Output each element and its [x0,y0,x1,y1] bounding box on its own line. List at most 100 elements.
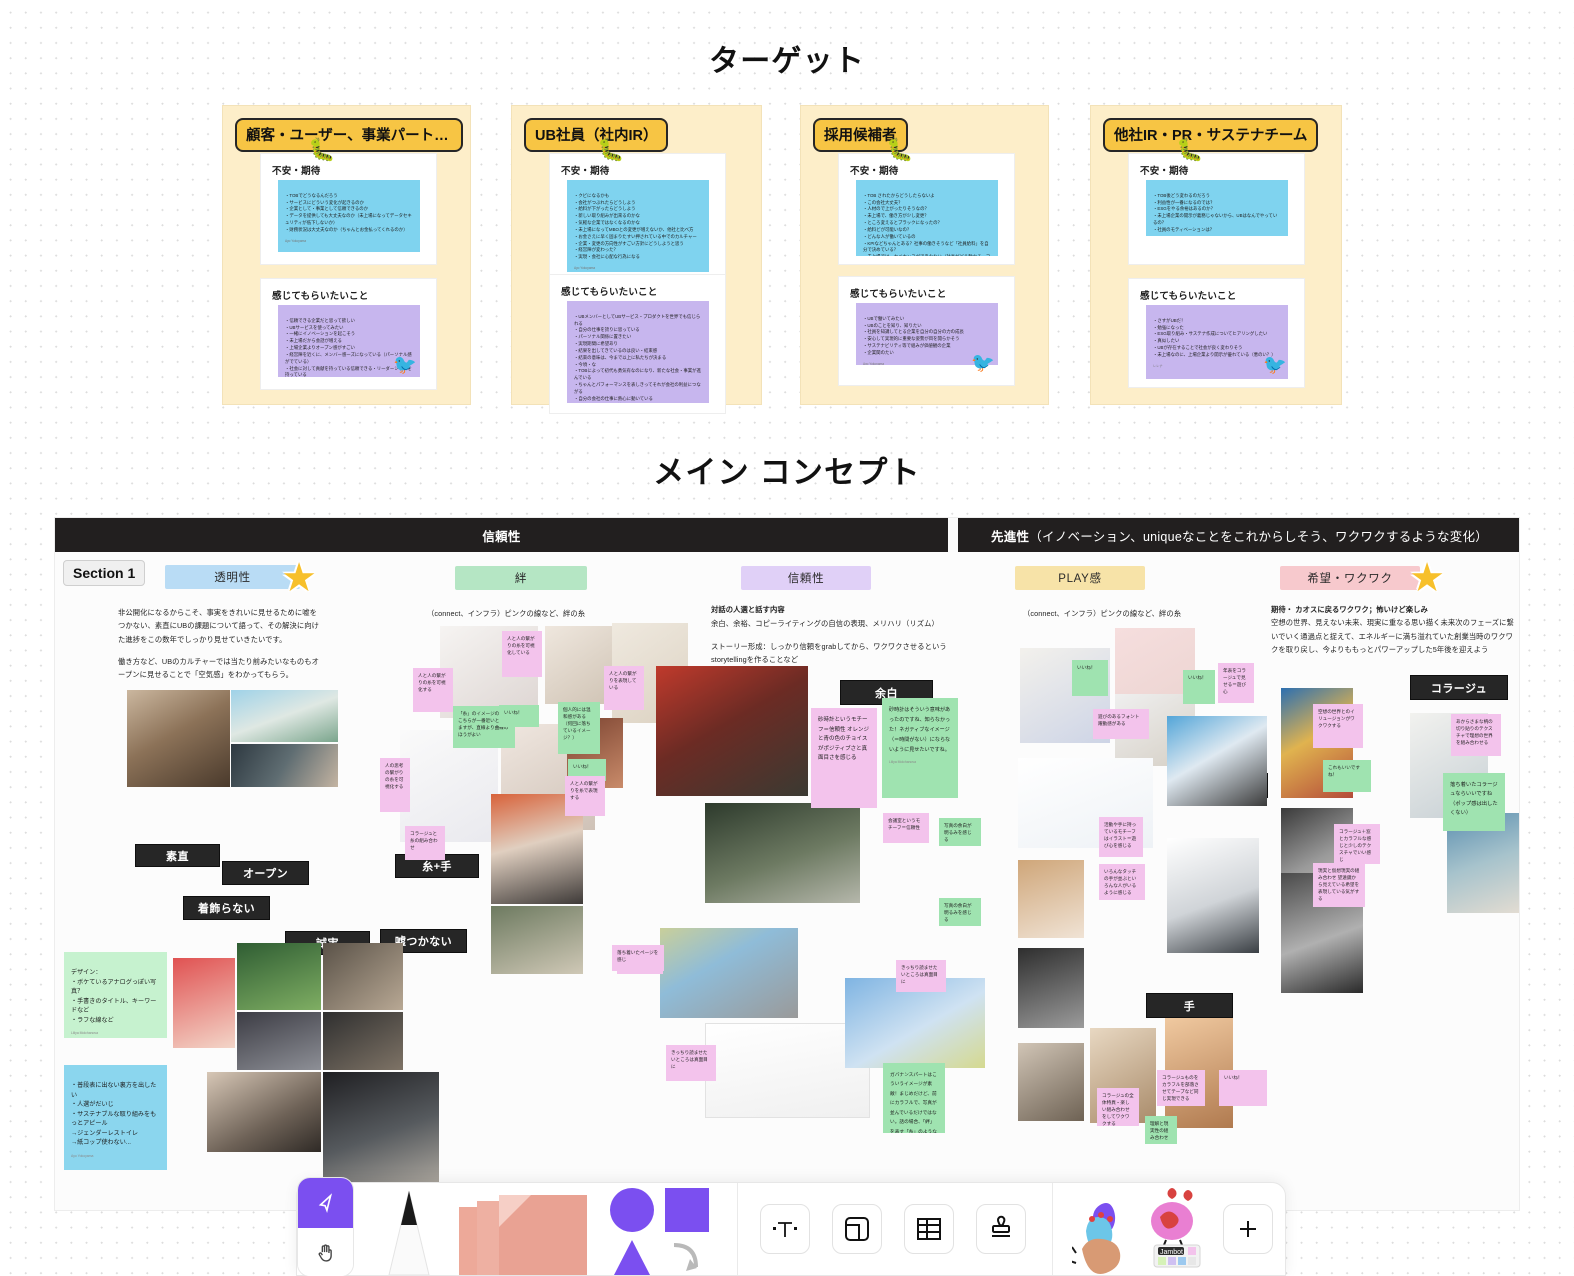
table-tool[interactable] [904,1204,954,1254]
label-collage[interactable]: コラージュ [1410,675,1508,700]
label-te[interactable]: 手 [1146,993,1233,1018]
sticky-note-icon [459,1195,587,1275]
photo-hands-bw[interactable] [1018,948,1084,1028]
photo-hands-2[interactable] [1018,1043,1084,1121]
sticky-note[interactable]: いいね！ [1219,1070,1267,1106]
board-toolbar[interactable]: Jambot [296,1177,1286,1276]
photo-meeting[interactable] [231,744,338,787]
sticky-note[interactable]: 人と人の繋がりを糸で表現する [565,776,605,816]
photo-collage-bottom[interactable] [491,906,583,974]
sticky-note[interactable]: きっちり読ませたいところは真面目に [896,960,946,992]
body-transparency: 非公開化になるからこそ、事実をきれいに見せるために嘘をつかない、素直にUBの課題… [118,608,320,680]
column-chip-kizuna[interactable]: 絆 [455,566,587,590]
sticky-note[interactable]: 遊びのあるフォント 躍動感がある [1093,709,1149,739]
sticky-note-governance[interactable]: ガバナンスパートはこういうイメージが素敵！まじめだけど、前にカラフルで、写真が並… [883,1063,945,1133]
sticky-note[interactable]: 写真の余白が明るみを感じる [939,818,981,846]
anxiety-sticky[interactable]: ・TOB後どう変わるのだろう ・利益性が一番になるのでは？ ・ESGをやる余裕は… [1146,180,1288,236]
sticky-note[interactable]: 落ち着いたページを感じ [612,945,664,971]
sticky-note[interactable]: 個人的には温和感がある（何回に落ちているイメージ？） [558,702,600,754]
section-1-chip[interactable]: Section 1 [63,560,146,586]
body-play: （connect、インフラ）ピンクの線など、絆の糸 [1023,609,1182,618]
anxiety-sticky[interactable]: ・TOBでどうなるんだろう ・サービスにどういう変化が起きるのか ・企業として・… [278,180,420,252]
design-sticky[interactable]: デザイン： ・ボケているアナログっぽい写真？ ・手書きのタイトル、キーワードなど… [64,952,167,1038]
worm-mascot-icon: 🐛 [1176,137,1204,162]
label-open[interactable]: オープン [222,861,309,885]
sticky-note[interactable]: 理解と現実性の組み合わせ [1145,1116,1177,1144]
target-card-recruits[interactable]: 採用候補者 不安・期待 ・TOB されたからどうしたらないよ ・この会社大丈夫？… [800,105,1049,405]
sticky-note[interactable]: あからさまな柄の切り貼りのテクスチャで理想の世界を組み合わせる [1451,714,1501,756]
sticky-note[interactable]: 現実と仮想現実の組み合わせ 望遠鏡から見えている希望を表現している気がする [1313,863,1365,907]
sticky-note[interactable]: 会議室というモチーフ＝信頼性 [883,813,929,843]
jambot-icon: Jambot [1072,1188,1201,1274]
photo-group[interactable] [323,943,403,1010]
select-cursor-tool[interactable] [298,1178,353,1228]
target-card-other-ir[interactable]: 他社IR・PR・サステナチーム 不安・期待 ・TOB後どう変わるのだろう ・利益… [1090,105,1342,405]
anxiety-heading: 不安・期待 [272,166,321,177]
backstage-sticky[interactable]: ・普段表に出ない裏方を出したい ・人選がだいじ ・サステナブルな取り組みをもっと… [64,1065,167,1170]
label-sunao[interactable]: 素直 [135,844,220,867]
sticky-note-tool[interactable] [453,1182,593,1276]
photo-street[interactable] [323,1072,439,1182]
anxiety-sticky[interactable]: ・TOB されたからどうしたらないよ ・この会社大丈夫？ ・人材ので上がったりそ… [856,180,998,256]
photo-lounge[interactable] [705,803,860,903]
jambot-tool[interactable]: Jambot [1071,1182,1211,1276]
feeling-sticky[interactable]: ・UBメンバーとしてUBサービス・プロダクトを世界でも信じられる ・自分の仕事を… [567,301,709,403]
photo-red-stairs[interactable] [656,666,808,796]
shapes-tool[interactable] [599,1182,729,1276]
sticky-note[interactable]: 人の思考の繋がりの糸を可視化する [380,758,410,812]
sticky-note[interactable]: 空想の世界とのイリュージョンがワクワクする [1313,704,1363,748]
sticky-note[interactable]: コラージュ＋窓とカラフルな感じと少しのテクスチャでいい感じ [1334,824,1380,864]
photo-kaleidoscope[interactable] [1167,838,1259,953]
text-tool[interactable] [760,1204,810,1254]
sticky-note[interactable]: いろんなタッチの手が並ぶといろんな人がいるように感じる [1099,864,1145,900]
photo-red-portrait[interactable] [173,958,235,1048]
stamp-tool[interactable] [976,1204,1026,1254]
sticky-note[interactable]: いいね！ [1072,660,1108,696]
bird-mascot-icon: 🐦 [393,355,417,376]
sticky-note[interactable]: いいね！ [499,705,539,727]
whiteboard-canvas[interactable]: ターゲット 顧客・ユーザー、事業パートナー... 不安・期待 ・TOBでどうなる… [0,0,1574,1276]
sticky-note[interactable]: 人と人の繋がりの糸を可視化する [413,668,453,712]
sticky-note[interactable]: きっちり読ませたいところは真面目に [666,1045,716,1081]
sticky-note-hourglass-reply[interactable]: 砂時計はそういう意味があったのですね、知らなかった！ネガティブなイメージ（＝時間… [882,698,958,798]
sticky-note[interactable]: これもいいですね！ [1323,760,1371,792]
sticky-note[interactable]: 写真の余白が明るみを感じる [939,898,981,926]
photo-face[interactable] [207,1072,321,1152]
sticky-note[interactable]: いいね！ [1183,670,1215,704]
stamp-icon [976,1204,1026,1254]
worm-mascot-icon: 🐛 [886,137,914,162]
hand-pan-tool[interactable] [298,1228,353,1276]
photo-beach[interactable] [231,690,338,742]
column-chip-hope[interactable]: 希望・ワクワク [1280,566,1420,590]
sticky-note[interactable]: コラージュの全体特異・楽しい組み合わせをしてワクワクする [1097,1088,1139,1126]
column-chip-play[interactable]: PLAY感 [1015,566,1145,590]
sticky-note[interactable]: 人と人の繋がりの糸を可視化している [502,631,542,677]
band-innovation-bold: 先進性 [990,529,1030,544]
photo-report-grid[interactable] [660,928,798,1018]
select-tool-group[interactable] [297,1177,354,1276]
sticky-note[interactable]: 人と人の繋がりを表現している [604,666,644,710]
concept-board[interactable]: 信頼性 先進性 （イノベーション、uniqueなことをこれからしそう、ワクワクする… [54,517,1520,1211]
target-card-customers[interactable]: 顧客・ユーザー、事業パートナー... 不安・期待 ・TOBでどうなるんだろう ・… [222,105,471,405]
frame-tool[interactable] [832,1204,882,1254]
photo-person-2[interactable] [323,1012,403,1070]
target-card-title: 顧客・ユーザー、事業パートナー... [235,118,463,152]
photo-green-portrait[interactable] [237,943,321,1010]
column-chip-trust[interactable]: 信頼性 [741,566,871,590]
sticky-note[interactable]: 年表をコラージュで見せる＝遊び心 [1218,663,1254,703]
label-kikazaranai[interactable]: 着飾らない [183,896,270,920]
sticky-note-hourglass[interactable]: 砂時計というモチーフ＝信頼性 オレンジと青の色のチョイスがポジティブさと真面目さ… [811,708,877,808]
photo-workspace[interactable] [127,690,230,787]
sticky-note[interactable]: コラージュものをカラフルを部落させてテープなど同じ実現できる [1157,1070,1205,1106]
svg-text:Jambot: Jambot [1160,1249,1183,1256]
sticky-note[interactable]: コラージュと糸の組み合わせ [405,826,445,860]
pen-tool[interactable] [371,1182,447,1276]
sticky-note-collage-reply[interactable]: 落ち着いたコラージュならいいですね（ポップ感は出したくない） [1443,773,1505,831]
target-card-employees[interactable]: UB社員（社内IR） 不安・期待 ・クビになるかも ・会社がつぶれたらどうしよう… [511,105,762,414]
photo-animals[interactable] [1018,860,1084,938]
sticky-note[interactable]: 活動や手に持っているモチーフはイラスト＝遊び心を感じる [1099,817,1143,857]
anxiety-sticky[interactable]: ・クビになるかも ・会社がつぶれたらどうしよう ・給料が下がったらどうしよう ・… [567,180,709,272]
photo-person[interactable] [237,1012,321,1070]
photo-street-art[interactable] [1167,716,1267,806]
add-more-tool[interactable] [1223,1204,1273,1254]
